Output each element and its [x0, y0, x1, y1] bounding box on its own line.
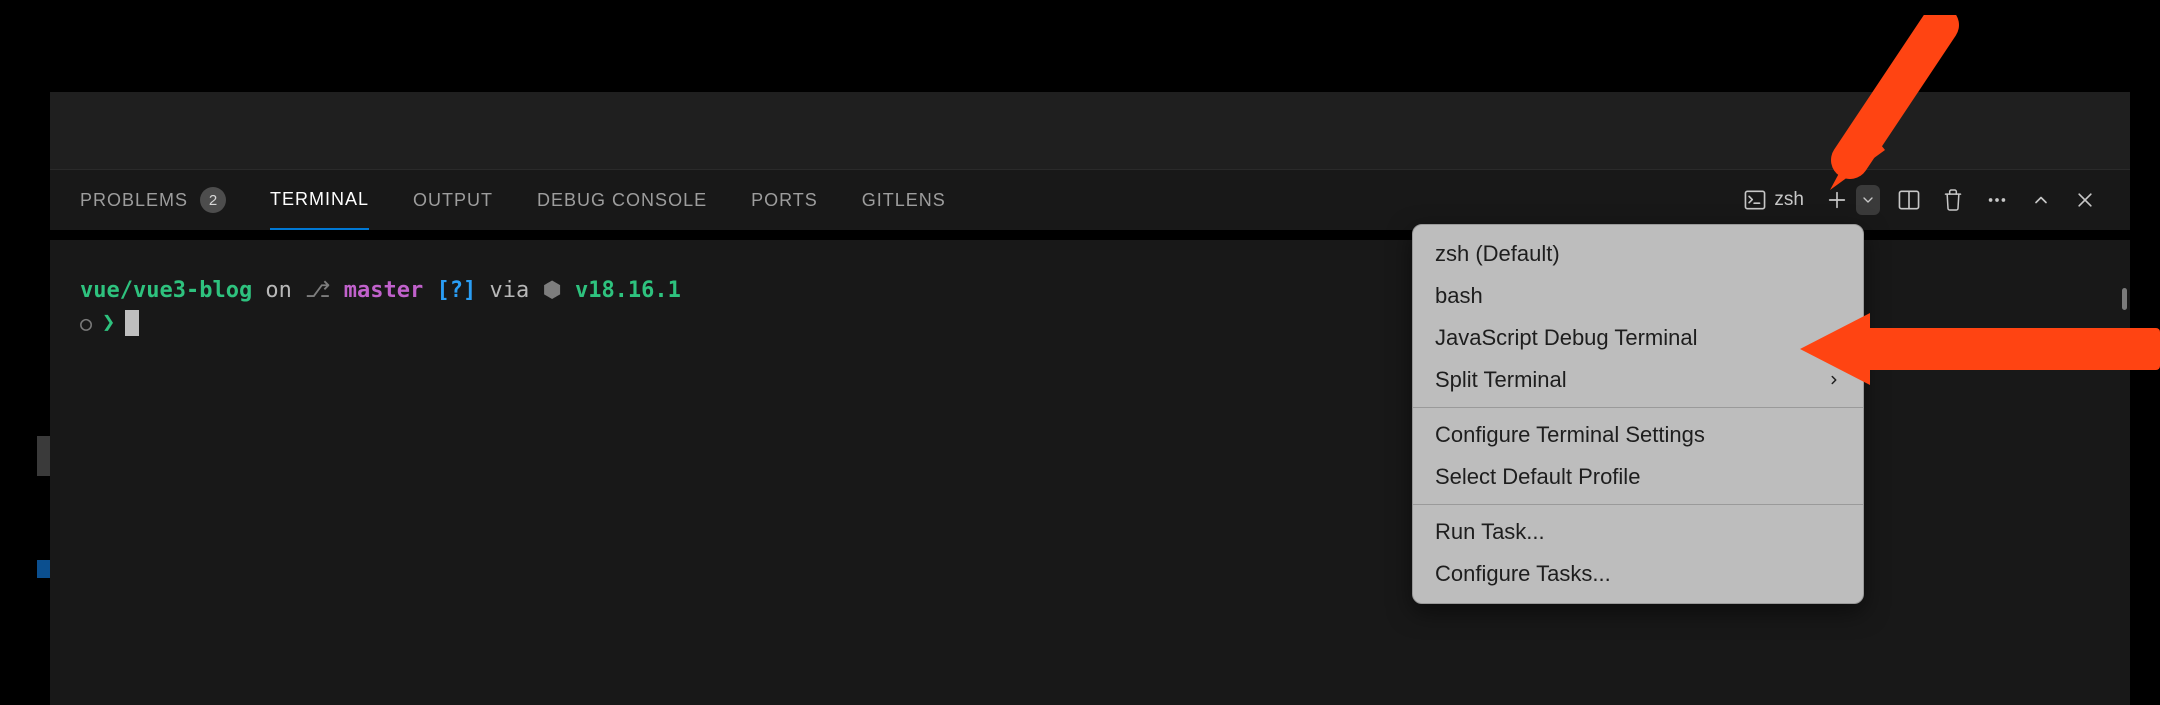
terminal-scrollbar[interactable]: [2122, 288, 2127, 310]
menu-item-configure-tasks[interactable]: Configure Tasks...: [1413, 553, 1863, 595]
prompt-branch: master: [331, 278, 437, 303]
tab-problems[interactable]: PROBLEMS 2: [80, 169, 226, 231]
tab-terminal[interactable]: TERMINAL: [270, 171, 369, 230]
prompt-on: on: [252, 278, 305, 303]
terminal-shell-indicator[interactable]: zsh: [1744, 189, 1804, 211]
menu-item-run-task[interactable]: Run Task...: [1413, 511, 1863, 553]
panel-toolbar: zsh: [1744, 185, 2100, 215]
tab-output[interactable]: OUTPUT: [413, 172, 493, 229]
menu-item-select-default-profile[interactable]: Select Default Profile: [1413, 456, 1863, 498]
new-terminal-button[interactable]: [1822, 185, 1852, 215]
prompt-path: vue/vue3-blog: [80, 278, 252, 303]
activity-bar-fragment: [37, 436, 50, 476]
prompt-status-icon: ○: [80, 307, 92, 339]
activity-bar-fragment-accent: [37, 560, 50, 578]
tab-problems-label: PROBLEMS: [80, 190, 188, 211]
prompt-git-status: [?]: [437, 278, 477, 303]
menu-item-configure-terminal-settings[interactable]: Configure Terminal Settings: [1413, 414, 1863, 456]
more-actions-button[interactable]: [1982, 185, 2012, 215]
split-terminal-button[interactable]: [1894, 185, 1924, 215]
menu-item-bash[interactable]: bash: [1413, 275, 1863, 317]
node-icon: ⬢: [542, 278, 561, 303]
maximize-panel-button[interactable]: [2026, 185, 2056, 215]
editor-empty-area: [50, 92, 2130, 170]
git-icon: ⎇: [305, 278, 330, 303]
chevron-right-icon: [1827, 373, 1841, 387]
prompt-arrow: ❯: [102, 307, 115, 339]
terminal-icon: [1744, 190, 1766, 210]
terminal-shell-name: zsh: [1774, 189, 1804, 211]
panel-tabs: PROBLEMS 2 TERMINAL OUTPUT DEBUG CONSOLE…: [80, 169, 946, 231]
menu-item-js-debug-terminal[interactable]: JavaScript Debug Terminal: [1413, 317, 1863, 359]
menu-separator: [1413, 504, 1863, 505]
panel-tab-bar: PROBLEMS 2 TERMINAL OUTPUT DEBUG CONSOLE…: [50, 170, 2130, 230]
tab-debug-console[interactable]: DEBUG CONSOLE: [537, 172, 707, 229]
new-terminal-dropdown-button[interactable]: [1856, 185, 1880, 215]
kill-terminal-button[interactable]: [1938, 185, 1968, 215]
problems-count-badge: 2: [200, 187, 226, 213]
tab-gitlens[interactable]: GITLENS: [862, 172, 946, 229]
prompt-node-version: v18.16.1: [562, 278, 681, 303]
tab-ports[interactable]: PORTS: [751, 172, 818, 229]
close-panel-button[interactable]: [2070, 185, 2100, 215]
terminal-cursor: [125, 310, 139, 336]
menu-separator: [1413, 407, 1863, 408]
menu-item-zsh-default[interactable]: zsh (Default): [1413, 233, 1863, 275]
prompt-via: via: [476, 278, 542, 303]
new-terminal-dropdown-menu: zsh (Default) bash JavaScript Debug Term…: [1412, 224, 1864, 604]
menu-item-split-terminal[interactable]: Split Terminal: [1413, 359, 1863, 401]
